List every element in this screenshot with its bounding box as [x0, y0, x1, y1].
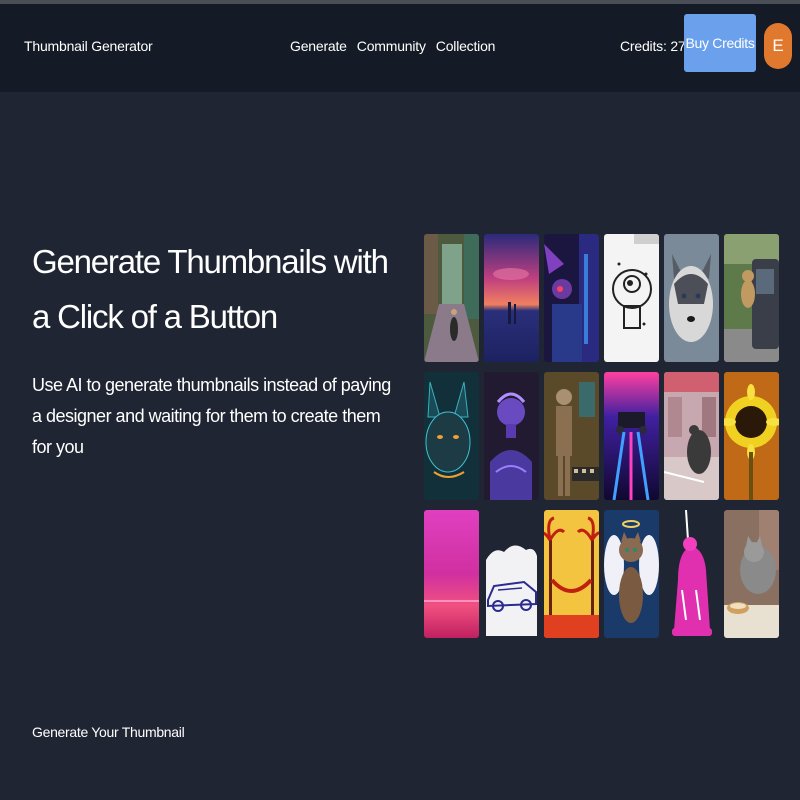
sunset-lake-image	[484, 234, 539, 362]
thumbnail-neon-cat[interactable]	[424, 372, 479, 500]
bear-car-image	[724, 234, 779, 362]
navbar: Thumbnail Generator Generate Community C…	[0, 4, 800, 92]
neon-robot-image	[544, 234, 599, 362]
dog-city-image	[664, 372, 719, 500]
credits-count: Credits: 279	[620, 38, 694, 54]
thumbnail-astronaut-sketch[interactable]	[604, 234, 659, 362]
hero-subtitle: Use AI to generate thumbnails instead of…	[32, 375, 391, 457]
brand-name[interactable]: Thumbnail Generator	[24, 38, 153, 54]
thumbnail-pink-sea[interactable]	[424, 510, 479, 638]
astronaut-sketch-image	[604, 234, 659, 362]
cyclist-street-image	[424, 234, 479, 362]
palm-hammock-image	[544, 510, 599, 638]
thumbnail-cat-coffee[interactable]	[724, 510, 779, 638]
robot-chess-image	[544, 372, 599, 500]
nav-generate[interactable]: Generate	[290, 38, 347, 54]
thumbnail-cyclist-street[interactable]	[424, 234, 479, 362]
neon-cat-image	[424, 372, 479, 500]
thumbnail-bear-car[interactable]	[724, 234, 779, 362]
main-nav: Generate Community Collection	[290, 38, 495, 54]
thumbnail-angel-cat[interactable]	[604, 510, 659, 638]
thumbnail-sunset-lake[interactable]	[484, 234, 539, 362]
thumbnail-gallery	[424, 234, 779, 638]
buy-credits-button[interactable]: Buy Credits	[684, 14, 756, 72]
thumbnail-car-sketch[interactable]	[484, 510, 539, 638]
pink-sea-image	[424, 510, 479, 638]
thumbnail-sunflower[interactable]	[724, 372, 779, 500]
page: Thumbnail Generator Generate Community C…	[0, 0, 800, 800]
cat-coffee-image	[724, 510, 779, 638]
generate-your-thumbnail-heading: Generate Your Thumbnail	[32, 724, 185, 740]
thumbnail-unicorn-figure[interactable]	[664, 510, 719, 638]
user-avatar[interactable]: E	[764, 23, 792, 69]
nav-collection[interactable]: Collection	[436, 38, 496, 54]
thumbnail-dog-city[interactable]	[664, 372, 719, 500]
thumbnail-neon-race-car[interactable]	[604, 372, 659, 500]
thumbnail-statue-bust[interactable]	[484, 372, 539, 500]
thumbnail-husky-dog[interactable]	[664, 234, 719, 362]
statue-bust-image	[484, 372, 539, 500]
husky-dog-image	[664, 234, 719, 362]
thumbnail-neon-robot[interactable]	[544, 234, 599, 362]
car-sketch-image	[484, 510, 539, 638]
thumbnail-robot-chess[interactable]	[544, 372, 599, 500]
neon-race-car-image	[604, 372, 659, 500]
nav-community[interactable]: Community	[357, 38, 426, 54]
unicorn-figure-image	[664, 510, 719, 638]
sunflower-image	[724, 372, 779, 500]
angel-cat-image	[604, 510, 659, 638]
hero-title: Generate Thumbnails with a Click of a Bu…	[32, 243, 389, 335]
thumbnail-palm-hammock[interactable]	[544, 510, 599, 638]
